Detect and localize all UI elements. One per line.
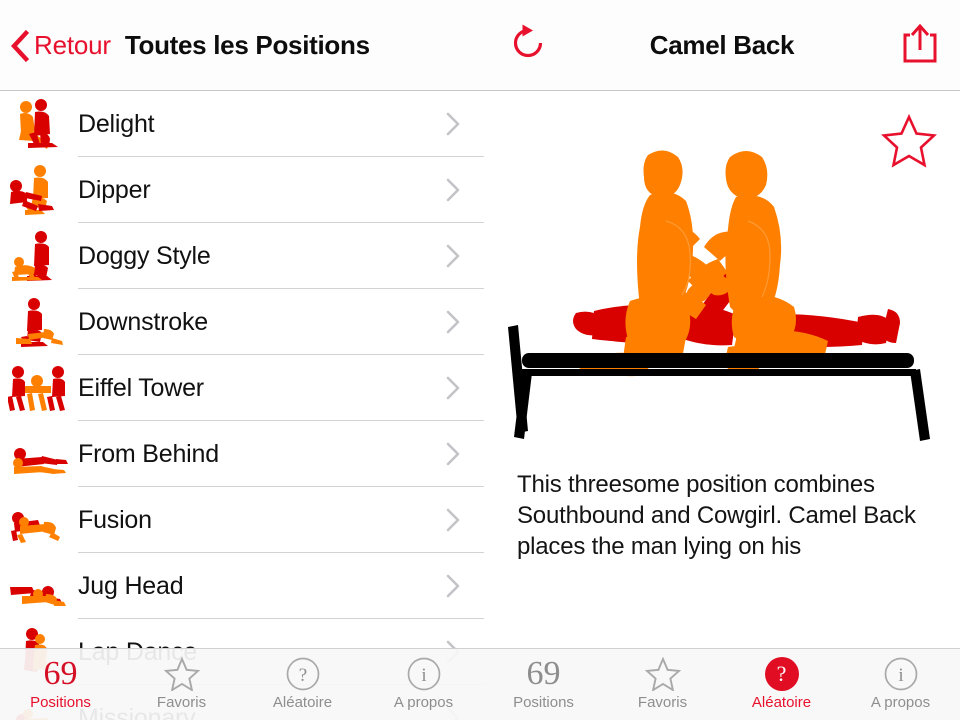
star-outline-icon bbox=[644, 655, 681, 693]
tab-badge-value: 69 bbox=[43, 655, 78, 692]
position-thumbnail-fusion bbox=[0, 489, 78, 551]
list-item-body: Doggy Style bbox=[78, 223, 484, 289]
list-item[interactable]: Dipper bbox=[0, 157, 484, 223]
list-item-label: Jug Head bbox=[78, 571, 184, 600]
list-item-label: Downstroke bbox=[78, 307, 208, 336]
chevron-right-icon bbox=[446, 178, 460, 202]
tab-positions-right[interactable]: 69 Positions bbox=[484, 649, 603, 720]
position-thumbnail-doggy-style bbox=[0, 225, 78, 287]
list-item[interactable]: Fusion bbox=[0, 487, 484, 553]
chevron-right-icon bbox=[446, 244, 460, 268]
list-item-label: Fusion bbox=[78, 505, 152, 534]
tab-label: Positions bbox=[30, 694, 91, 711]
chevron-left-icon bbox=[10, 30, 30, 62]
chevron-right-icon bbox=[446, 112, 460, 136]
number-69-icon: 69 bbox=[44, 655, 78, 693]
navigation-bar: Retour Toutes les Positions Camel Back bbox=[0, 0, 960, 91]
list-item-body: Fusion bbox=[78, 487, 484, 553]
page-title-left: Toutes les Positions bbox=[124, 29, 370, 60]
tab-label: Aléatoire bbox=[751, 694, 812, 711]
position-thumbnail-downstroke bbox=[0, 291, 78, 353]
navbar-right-section: Camel Back bbox=[484, 0, 960, 90]
position-detail: This threesome position combines Southbo… bbox=[484, 91, 960, 720]
tab-label: Positions bbox=[513, 694, 574, 711]
tab-label: Favoris bbox=[156, 694, 207, 711]
back-label: Retour bbox=[34, 29, 111, 60]
list-item[interactable]: Delight bbox=[0, 91, 484, 157]
chevron-right-icon bbox=[446, 574, 460, 598]
tabbar-left: 69 Positions Favoris ? Aléatoire i A pro… bbox=[0, 648, 484, 720]
tabbar-right: 69 Positions Favoris ? Aléatoire i A pro… bbox=[484, 648, 960, 720]
position-thumbnail-jug-head bbox=[0, 555, 78, 617]
tab-positions-left[interactable]: 69 Positions bbox=[0, 649, 121, 720]
back-button[interactable]: Retour bbox=[10, 29, 111, 62]
tab-favoris-right[interactable]: Favoris bbox=[603, 649, 722, 720]
tab-label: A propos bbox=[393, 694, 454, 711]
tab-favoris-left[interactable]: Favoris bbox=[121, 649, 242, 720]
tab-label: Aléatoire bbox=[272, 694, 333, 711]
position-thumbnail-eiffel-tower bbox=[0, 357, 78, 419]
list-item[interactable]: Doggy Style bbox=[0, 223, 484, 289]
list-item-label: Dipper bbox=[78, 175, 151, 204]
list-item-label: Delight bbox=[78, 109, 155, 138]
info-circle-icon: i bbox=[406, 655, 442, 693]
tab-label: A propos bbox=[870, 694, 931, 711]
list-item-label: From Behind bbox=[78, 439, 219, 468]
position-description: This threesome position combines Southbo… bbox=[517, 471, 916, 560]
question-mark-circle-icon: ? bbox=[285, 655, 321, 693]
position-thumbnail-delight bbox=[0, 93, 78, 155]
chevron-right-icon bbox=[446, 508, 460, 532]
app-root: Retour Toutes les Positions Camel Back D… bbox=[0, 0, 960, 720]
share-icon bbox=[902, 22, 938, 69]
list-item[interactable]: Downstroke bbox=[0, 289, 484, 355]
svg-text:i: i bbox=[421, 665, 426, 686]
svg-text:i: i bbox=[898, 665, 903, 686]
tab-apropos-left[interactable]: i A propos bbox=[363, 649, 484, 720]
chevron-right-icon bbox=[446, 442, 460, 466]
question-mark-circle-icon: ? bbox=[764, 655, 799, 693]
info-circle-icon: i bbox=[883, 655, 919, 693]
tab-apropos-right[interactable]: i A propos bbox=[841, 649, 960, 720]
list-item-body: Jug Head bbox=[78, 553, 484, 619]
camel-back-position-illustration bbox=[498, 141, 938, 451]
refresh-button[interactable] bbox=[506, 23, 550, 67]
svg-text:?: ? bbox=[298, 665, 306, 686]
list-item-body: Downstroke bbox=[78, 289, 484, 355]
refresh-icon bbox=[509, 23, 547, 68]
tab-label: Favoris bbox=[637, 694, 688, 711]
list-item[interactable]: From Behind bbox=[0, 421, 484, 487]
chevron-right-icon bbox=[446, 310, 460, 334]
tab-badge-value: 69 bbox=[526, 655, 561, 692]
list-item[interactable]: Eiffel Tower bbox=[0, 355, 484, 421]
list-item-label: Eiffel Tower bbox=[78, 373, 204, 402]
tab-aleatoire-left[interactable]: ? Aléatoire bbox=[242, 649, 363, 720]
list-item-body: From Behind bbox=[78, 421, 484, 487]
navbar-left-section: Retour Toutes les Positions bbox=[0, 0, 484, 90]
page-title-right: Camel Back bbox=[649, 29, 795, 60]
tab-aleatoire-right[interactable]: ? Aléatoire bbox=[722, 649, 841, 720]
number-69-icon: 69 bbox=[527, 655, 561, 693]
star-outline-icon bbox=[163, 655, 200, 693]
share-button[interactable] bbox=[898, 22, 942, 68]
list-item-body: Dipper bbox=[78, 157, 484, 223]
list-item[interactable]: Jug Head bbox=[0, 553, 484, 619]
tab-badge-value: ? bbox=[764, 657, 799, 691]
chevron-right-icon bbox=[446, 376, 460, 400]
positions-list[interactable]: Delight Dipper Doggy Style Downstroke Ei… bbox=[0, 91, 484, 720]
list-item-body: Delight bbox=[78, 91, 484, 157]
list-item-label: Doggy Style bbox=[78, 241, 211, 270]
position-thumbnail-from-behind bbox=[0, 423, 78, 485]
position-thumbnail-dipper bbox=[0, 159, 78, 221]
list-item-body: Eiffel Tower bbox=[78, 355, 484, 421]
